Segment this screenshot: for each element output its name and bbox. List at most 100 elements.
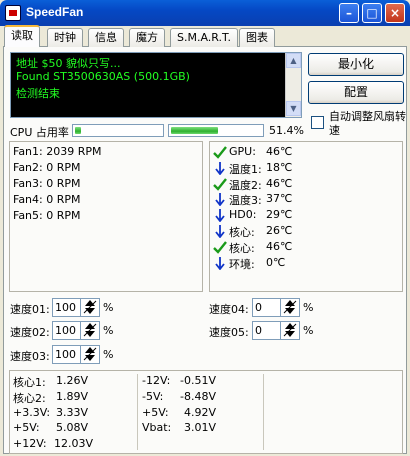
speed-value: 100 <box>55 348 76 361</box>
temp-value: 46℃ <box>266 145 293 158</box>
speedfan-app-icon <box>5 5 21 21</box>
temp-label: HD0: <box>229 208 257 222</box>
fan-reading: Fan3: 0 RPM <box>13 177 81 190</box>
column-divider <box>263 374 264 450</box>
check-icon <box>213 177 227 191</box>
temp-value: 29℃ <box>266 208 293 222</box>
title-bar[interactable]: SpeedFan – □ × <box>0 0 410 26</box>
speed02-input[interactable]: 100 <box>52 321 100 340</box>
speed-label: 速度05: <box>209 326 249 339</box>
spin-updown-icon[interactable] <box>80 299 99 316</box>
voltage-label: Vbat: <box>142 421 172 435</box>
voltage-value: 3.01V <box>183 421 216 435</box>
tab-info[interactable]: 信息 <box>88 28 124 47</box>
speed04-input[interactable]: 0 <box>252 298 300 317</box>
arrow-down-icon <box>215 256 225 270</box>
voltage-label: -5V: <box>142 389 164 403</box>
voltage-label: +12V: <box>13 437 47 451</box>
voltage-value: -0.51V <box>180 374 216 387</box>
voltage-value: 1.89V <box>55 389 88 403</box>
tab-exotics[interactable]: 魔方 <box>129 28 165 47</box>
cpu-core-progress-fill <box>75 127 81 134</box>
voltage-label: +5V: <box>13 421 40 435</box>
spin-updown-icon[interactable] <box>80 346 99 363</box>
temp-label: 温度1: <box>229 162 262 176</box>
speed-label: 速度04: <box>209 303 249 316</box>
tab-smart[interactable]: S.M.A.R.T. <box>170 28 238 47</box>
scroll-up-icon[interactable]: ▲ <box>286 53 301 68</box>
arrow-down-icon <box>215 225 225 238</box>
speed-value: 0 <box>255 301 262 314</box>
temp-value: 37℃ <box>266 192 293 206</box>
speed03-input[interactable]: 100 <box>52 345 100 364</box>
speed01-input[interactable]: 100 <box>52 298 100 317</box>
close-window-button[interactable]: × <box>385 3 405 23</box>
minimize-button[interactable]: 最小化 <box>308 53 404 76</box>
percent-unit: % <box>303 301 314 314</box>
voltage-value: 5.08V <box>55 421 88 435</box>
log-scrollbar[interactable]: ▲ ▼ <box>285 53 301 117</box>
tab-readings[interactable]: 读取 <box>4 25 40 47</box>
tab-charts[interactable]: 图表 <box>239 28 275 47</box>
voltage-label: -12V: <box>142 374 171 387</box>
spin-updown-icon[interactable] <box>280 322 299 339</box>
percent-unit: % <box>103 348 114 361</box>
speed-value: 100 <box>55 301 76 314</box>
minimize-window-button[interactable]: – <box>339 3 359 23</box>
arrow-down-icon <box>215 193 225 207</box>
voltage-label: +5V: <box>142 405 169 419</box>
percent-unit: % <box>303 324 314 337</box>
check-icon <box>213 241 227 254</box>
temp-label: 环境: <box>229 257 255 271</box>
auto-fan-checkbox[interactable] <box>311 116 324 129</box>
temp-value: 26℃ <box>266 224 293 237</box>
temp-label: 温度2: <box>229 178 262 192</box>
check-icon <box>213 146 227 159</box>
window-title: SpeedFan <box>26 5 84 19</box>
cpu-usage-progress-bar <box>168 124 264 137</box>
speed-label: 速度02: <box>10 326 50 339</box>
fan-reading: Fan5: 0 RPM <box>13 209 81 222</box>
temp-value: 0℃ <box>266 255 286 269</box>
voltage-label: 核心1: <box>13 376 46 389</box>
speed-value: 100 <box>55 324 76 337</box>
temp-label: 温度3: <box>229 194 262 208</box>
percent-unit: % <box>103 324 114 337</box>
speed-label: 速度03: <box>10 350 50 363</box>
temp-label: 核心: <box>229 226 255 239</box>
log-output[interactable]: 地址 $50 貌似只写... Found ST3500630AS (500.1G… <box>10 52 302 118</box>
cpu-usage-label: CPU 占用率 <box>10 126 69 139</box>
voltage-value: -8.48V <box>180 389 216 403</box>
voltage-label: +3.3V: <box>13 405 51 419</box>
arrow-down-icon <box>215 161 225 175</box>
voltage-label: 核心2: <box>13 391 46 405</box>
temp-value: 46℃ <box>266 239 293 253</box>
speed-value: 0 <box>255 324 262 337</box>
log-line: 地址 $50 貌似只写... <box>16 57 121 70</box>
column-divider <box>137 374 138 450</box>
arrow-down-icon <box>215 209 225 223</box>
cpu-usage-progress-fill <box>171 127 218 134</box>
cpu-core-progress-bar <box>72 124 164 137</box>
temp-value: 18℃ <box>266 160 293 174</box>
config-button[interactable]: 配置 <box>308 81 404 104</box>
voltage-value: 3.33V <box>55 405 88 419</box>
log-line: 检测结束 <box>16 87 60 100</box>
spin-updown-icon[interactable] <box>80 322 99 339</box>
voltage-value: 4.92V <box>183 405 216 419</box>
temp-label: GPU: <box>229 145 256 158</box>
fan-reading: Fan2: 0 RPM <box>13 161 81 174</box>
fan-reading: Fan4: 0 RPM <box>13 193 81 206</box>
speed-label: 速度01: <box>10 303 50 316</box>
speed05-input[interactable]: 0 <box>252 321 300 340</box>
spin-updown-icon[interactable] <box>280 299 299 316</box>
temp-value: 46℃ <box>266 176 293 190</box>
cpu-usage-value: 51.4% <box>269 124 304 137</box>
tab-clock[interactable]: 时钟 <box>47 28 83 47</box>
percent-unit: % <box>103 301 114 314</box>
maximize-window-button[interactable]: □ <box>362 3 382 23</box>
scroll-down-icon[interactable]: ▼ <box>286 101 301 116</box>
temp-label: 核心: <box>229 241 255 255</box>
fan-reading: Fan1: 2039 RPM <box>13 145 102 158</box>
log-line: Found ST3500630AS (500.1GB) <box>16 70 190 83</box>
